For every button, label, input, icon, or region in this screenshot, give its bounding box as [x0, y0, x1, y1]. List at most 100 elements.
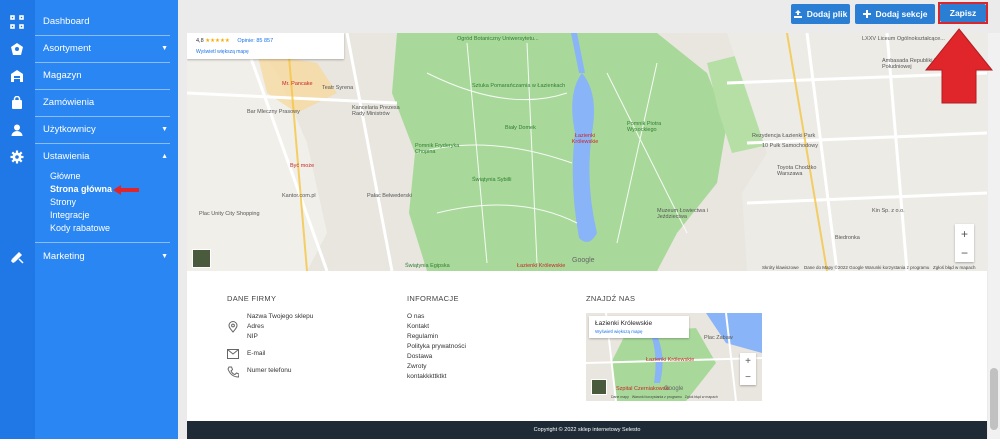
map-label: Sztuka Pomarańczarnia w Łazienkach — [472, 83, 566, 89]
footer-link-regulamin[interactable]: Regulamin — [407, 333, 438, 340]
mini-map-label: Plac Zabaw — [704, 335, 733, 341]
reviews-link[interactable]: Opinie: 85 857 — [237, 38, 273, 44]
map-canvas — [187, 33, 987, 271]
users-icon[interactable] — [10, 123, 24, 137]
larger-map-link[interactable]: Wyświetl większą mapę — [196, 49, 249, 55]
map-label: Świątynia Sybilli — [472, 177, 512, 183]
map-label: Bar Mleczny Prasowy — [247, 109, 300, 115]
add-file-label: Dodaj plik — [806, 9, 848, 19]
map-label: Pałac Belwederski — [367, 193, 412, 199]
map-terms-link[interactable]: Warunki korzystania z programu — [865, 265, 929, 270]
sidebar-item-users[interactable]: Użytkownicy — [43, 124, 96, 135]
footer-link-dostawa[interactable]: Dostawa — [407, 353, 432, 360]
zoom-out-button[interactable]: − — [740, 369, 756, 385]
divider — [35, 116, 170, 117]
page-preview: 4,8 ★★★★★ Opinie: 85 857 Wyświetl większ… — [187, 33, 987, 439]
footer-link-zwroty[interactable]: Zwroty — [407, 363, 427, 370]
sidebar-item-orders[interactable]: Zamówienia — [43, 97, 94, 108]
shop-phone[interactable]: Numer telefonu — [247, 367, 291, 374]
map-label: Muzeum Łowiectwa i Jeździectwa — [657, 208, 709, 220]
rating-value: 4,8 — [196, 38, 204, 44]
sidebar-item-label: Magazyn — [43, 70, 82, 81]
submenu-item-glowne[interactable]: Główne — [50, 171, 81, 181]
sidebar-item-label: Użytkownicy — [43, 124, 96, 135]
sidebar-item-settings[interactable]: Ustawienia — [43, 151, 89, 162]
mini-map-larger-link[interactable]: Wyświetl większą mapę — [595, 329, 642, 334]
annotation-arrow-left-icon — [113, 185, 139, 195]
divider — [35, 89, 170, 90]
submenu-item-strony[interactable]: Strony — [50, 197, 76, 207]
save-label: Zapisz — [949, 8, 977, 18]
map-zoom-control: + − — [955, 224, 974, 262]
zoom-in-button[interactable]: + — [740, 353, 756, 369]
map-layer-thumbnail[interactable] — [192, 249, 211, 268]
add-section-button[interactable]: Dodaj sekcje — [855, 4, 935, 24]
divider — [35, 143, 170, 144]
mini-map-layer-thumbnail[interactable] — [591, 379, 607, 395]
copyright-text: Copyright © 2022 sklep internetowy Seles… — [533, 427, 641, 433]
divider — [35, 62, 170, 63]
assortment-icon[interactable] — [10, 42, 24, 56]
save-button[interactable]: Zapisz — [940, 4, 986, 22]
sidebar-item-assortment[interactable]: Asortyment — [43, 43, 91, 54]
sidebar-item-marketing[interactable]: Marketing — [43, 251, 85, 262]
scrollbar-thumb[interactable] — [990, 368, 998, 430]
map-label: Kantor.com.pl — [282, 193, 316, 199]
sidebar-item-label: Ustawienia — [43, 151, 90, 162]
sidebar-item-label: Dashboard — [43, 16, 90, 27]
plus-icon — [862, 10, 871, 18]
submenu-item-kody-rabatowe[interactable]: Kody rabatowe — [50, 223, 110, 233]
sidebar-item-warehouse[interactable]: Magazyn — [43, 70, 82, 81]
footer-link-kontakt[interactable]: Kontakt — [407, 323, 429, 330]
submenu-item-strona-glowna[interactable]: Strona główna — [50, 184, 112, 194]
map-label: Pomnik Piotra Wysockiego — [627, 121, 662, 133]
map-label: Pomnik Fryderyka Chopina — [415, 143, 460, 155]
upload-icon — [793, 10, 802, 18]
sidebar-item-dashboard[interactable]: Dashboard — [43, 16, 89, 27]
chevron-down-icon[interactable]: ▼ — [161, 45, 168, 52]
footer-link-o-nas[interactable]: O nas — [407, 313, 424, 320]
mini-map-label: Szpital Czerniakowski — [616, 386, 670, 392]
chevron-down-icon[interactable]: ▼ — [161, 126, 168, 133]
map-label: Być może — [290, 163, 315, 169]
google-logo: Google — [664, 386, 684, 392]
marketing-icon[interactable] — [10, 250, 24, 264]
shop-email[interactable]: E-mail — [247, 350, 265, 357]
map-label: Świątynia Egipska — [405, 263, 450, 269]
rating-stars-icon: ★★★★★ — [205, 38, 230, 44]
chevron-down-icon[interactable]: ▼ — [161, 253, 168, 260]
add-section-label: Dodaj sekcje — [875, 9, 928, 19]
warehouse-icon[interactable] — [10, 69, 24, 83]
orders-icon[interactable] — [10, 96, 24, 110]
map-place-card: 4,8 ★★★★★ Opinie: 85 857 Wyświetl większ… — [187, 33, 344, 59]
map-label: Łazienki Królewskie — [517, 263, 566, 269]
mini-map-place-card: Łazienki Królewskie Wyświetl większą map… — [589, 316, 689, 338]
shop-nip: NIP — [247, 333, 258, 340]
add-file-button[interactable]: Dodaj plik — [791, 4, 850, 24]
submenu-item-integracje[interactable]: Integracje — [50, 210, 90, 220]
settings-icon[interactable] — [10, 150, 24, 164]
google-map[interactable]: 4,8 ★★★★★ Opinie: 85 857 Wyświetl większ… — [187, 33, 987, 271]
map-label: Teatr Syrena — [322, 85, 354, 91]
sidebar-item-label: Zamówienia — [43, 97, 95, 108]
map-label: Ogród Botaniczny Uniwersytetu... — [457, 36, 539, 42]
footer-mini-map[interactable]: Łazienki Królewskie Wyświetl większą map… — [586, 313, 762, 401]
chevron-up-icon[interactable]: ▲ — [161, 153, 168, 160]
footer-link-polityka[interactable]: Polityka prywatności — [407, 343, 466, 350]
zoom-in-button[interactable]: + — [955, 224, 974, 243]
company-heading: DANE FIRMY — [227, 294, 277, 303]
dashboard-icon[interactable] — [10, 15, 24, 29]
copyright-bar: Copyright © 2022 sklep internetowy Seles… — [187, 421, 987, 439]
footer-link-kontakt-2[interactable]: kontakkkttktkt — [407, 373, 446, 380]
sidebar: Dashboard Asortyment ▼ Magazyn Zamówieni… — [35, 0, 178, 439]
map-label: Rezydencja Łazienki Park — [752, 133, 816, 139]
email-icon — [227, 349, 239, 359]
divider — [35, 242, 170, 243]
report-error-link[interactable]: Zgłoś błąd w mapach — [933, 265, 976, 270]
map-label: Biały Domek — [505, 125, 536, 131]
page-footer: DANE FIRMY Nazwa Twojego sklepu Adres NI… — [187, 271, 987, 421]
map-label: 10 Pułk Samochodowy — [762, 143, 818, 149]
keyboard-shortcuts-link[interactable]: Skróty klawiszowe — [762, 265, 799, 270]
map-label: Kin Sp. z o.o. — [872, 208, 905, 214]
zoom-out-button[interactable]: − — [955, 243, 974, 262]
